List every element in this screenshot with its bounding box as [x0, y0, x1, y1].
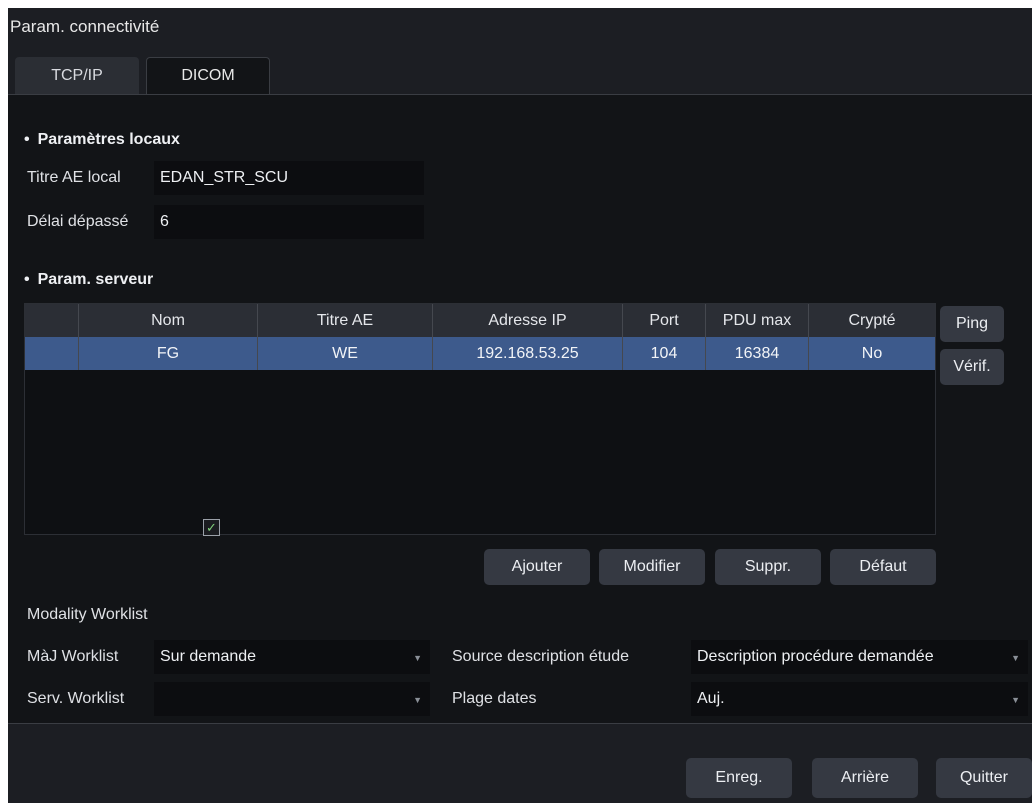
bullet-icon: • [24, 131, 30, 148]
timeout-label: Délai dépassé [27, 213, 129, 230]
dropdown-caret-icon: ▼ [1011, 653, 1020, 663]
connectivity-settings-screen: Param. connectivité TCP/IP DICOM • Paramè… [8, 8, 1032, 803]
modify-button[interactable]: Modifier [599, 549, 705, 585]
tab-dicom[interactable]: DICOM [146, 57, 270, 94]
table-cell-ip-address: 192.168.53.25 [433, 337, 623, 370]
column-header-encrypted[interactable]: Crypté [809, 304, 935, 337]
table-cell-ae-title: WE [258, 337, 433, 370]
server-params-heading: • Param. serveur [24, 271, 153, 289]
server-params-heading-label: Param. serveur [37, 271, 154, 288]
column-header-ip-address[interactable]: Adresse IP [433, 304, 623, 337]
table-cell-pdu-max: 16384 [706, 337, 809, 370]
local-params-heading-label: Paramètres locaux [37, 131, 180, 148]
modality-worklist-label: Modality Worklist [27, 606, 148, 623]
ping-button[interactable]: Ping [940, 306, 1004, 342]
column-header-select [25, 304, 79, 337]
worklist-update-value: Sur demande [160, 648, 257, 665]
study-description-source-value: Description procédure demandée [697, 648, 934, 665]
delete-button[interactable]: Suppr. [715, 549, 821, 585]
worklist-server-label: Serv. Worklist [27, 690, 125, 707]
quit-button[interactable]: Quitter [936, 758, 1032, 798]
server-table: Nom Titre AE Adresse IP Port PDU max Cry… [24, 303, 936, 535]
bullet-icon: • [24, 271, 30, 288]
local-ae-title-field[interactable]: EDAN_STR_SCU [154, 161, 424, 195]
dropdown-caret-icon: ▼ [413, 695, 422, 705]
column-header-port[interactable]: Port [623, 304, 706, 337]
back-button[interactable]: Arrière [812, 758, 918, 798]
column-header-ae-title[interactable]: Titre AE [258, 304, 433, 337]
verify-button[interactable]: Vérif. [940, 349, 1004, 385]
table-header: Nom Titre AE Adresse IP Port PDU max Cry… [25, 304, 935, 337]
default-button[interactable]: Défaut [830, 549, 936, 585]
add-button[interactable]: Ajouter [484, 549, 590, 585]
dropdown-caret-icon: ▼ [413, 653, 422, 663]
worklist-server-select[interactable]: ▼ [154, 682, 430, 716]
dicom-panel: • Paramètres locaux Titre AE local EDAN_S… [8, 94, 1032, 724]
worklist-update-select[interactable]: Sur demande ▼ [154, 640, 430, 674]
dropdown-caret-icon: ▼ [1011, 695, 1020, 705]
window-title: Param. connectivité [10, 17, 160, 36]
modality-worklist-checkbox[interactable]: ✓ [203, 519, 220, 536]
checkmark-icon: ✓ [206, 520, 217, 535]
column-header-name[interactable]: Nom [79, 304, 258, 337]
timeout-field[interactable]: 6 [154, 205, 424, 239]
tab-bar: TCP/IP DICOM [15, 57, 270, 94]
table-cell-encrypted: No [861, 344, 883, 362]
study-description-source-label: Source description étude [452, 648, 629, 665]
date-range-label: Plage dates [452, 690, 537, 707]
date-range-select[interactable]: Auj. ▼ [691, 682, 1028, 716]
study-description-source-select[interactable]: Description procédure demandée ▼ [691, 640, 1028, 674]
column-header-pdu-max[interactable]: PDU max [706, 304, 809, 337]
date-range-value: Auj. [697, 690, 725, 707]
worklist-update-label: MàJ Worklist [27, 648, 119, 665]
tab-tcpip[interactable]: TCP/IP [15, 57, 139, 94]
table-cell-select [25, 337, 79, 370]
local-params-heading: • Paramètres locaux [24, 131, 180, 149]
table-cell-port: 104 [623, 337, 706, 370]
table-cell-name: FG [79, 337, 258, 370]
local-ae-title-label: Titre AE local [27, 169, 121, 186]
save-button[interactable]: Enreg. [686, 758, 792, 798]
table-row[interactable]: FG WE 192.168.53.25 104 16384 No [25, 337, 935, 370]
